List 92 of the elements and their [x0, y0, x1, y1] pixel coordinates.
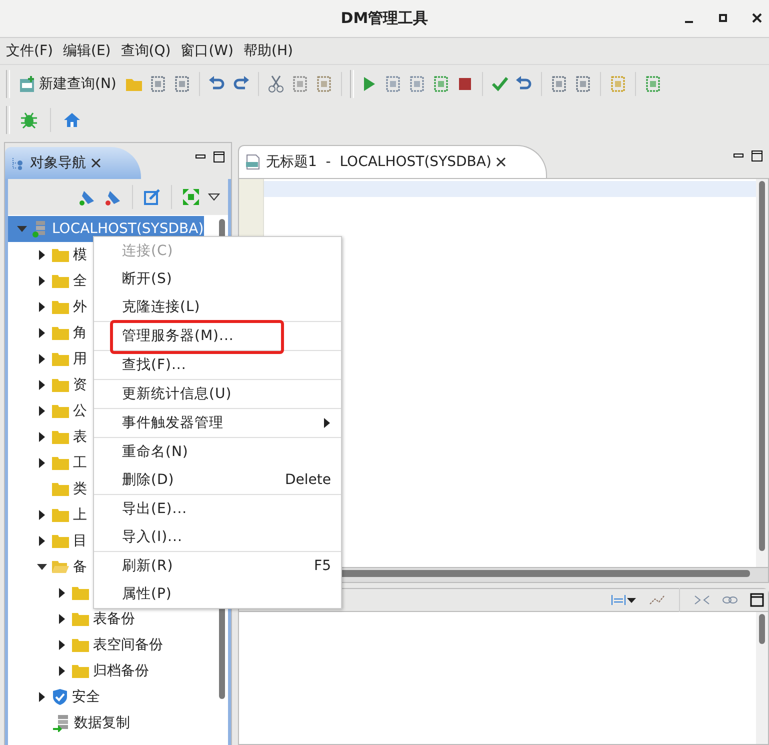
tree-item[interactable]: 公: [73, 402, 87, 420]
menu-item[interactable]: 窗口(W): [180, 42, 234, 60]
tree-item[interactable]: 表空间备份: [93, 636, 163, 654]
menu-item[interactable]: 帮助(H): [244, 42, 293, 60]
tree-item[interactable]: 工: [73, 454, 87, 472]
tree-item[interactable]: 备: [73, 558, 87, 576]
folder-icon: [52, 560, 69, 574]
tree-item[interactable]: 表备份: [93, 610, 135, 628]
close-icon[interactable]: [91, 158, 101, 168]
menu-item[interactable]: 查找(F)...: [94, 351, 341, 379]
tree-item[interactable]: 表: [73, 428, 87, 446]
edit-icon[interactable]: [143, 188, 161, 206]
tree-item[interactable]: 类: [73, 480, 87, 498]
folder-icon: [52, 300, 69, 314]
sql-file-icon: [19, 75, 37, 93]
toolbar-icon[interactable]: [644, 75, 662, 93]
bug-icon[interactable]: [20, 111, 38, 129]
folder-icon: [52, 352, 69, 366]
folder-icon: [72, 586, 89, 600]
tree-item[interactable]: LOCALHOST(SYSDBA): [52, 221, 204, 237]
folder-icon: [52, 274, 69, 288]
toolbar-icon[interactable]: [574, 75, 592, 93]
link-icon[interactable]: [722, 594, 738, 606]
folder-icon: [52, 378, 69, 392]
menu-item[interactable]: 断开(S): [94, 265, 341, 293]
menu-item[interactable]: 编辑(E): [62, 42, 111, 60]
maximize-icon[interactable]: [751, 150, 763, 162]
window-title: DM管理工具: [340, 9, 428, 28]
folder-icon: [52, 248, 69, 262]
toolbar-icon[interactable]: [408, 75, 426, 93]
menu-item[interactable]: 文件(F): [6, 42, 53, 60]
toolbar-icon[interactable]: [384, 75, 402, 93]
toolbar-icon[interactable]: [550, 75, 568, 93]
replication-icon: [52, 714, 70, 732]
checkmark-icon[interactable]: [491, 75, 510, 93]
close-icon[interactable]: [496, 157, 506, 167]
new-query-button[interactable]: 新建查询(N): [16, 73, 120, 95]
close-icon[interactable]: [751, 12, 763, 24]
menu-item[interactable]: 重命名(N): [94, 438, 341, 466]
menu-item[interactable]: 删除(D) Delete: [94, 466, 341, 494]
tree-item[interactable]: 数据复制: [74, 714, 130, 732]
toolbar-icon[interactable]: [291, 75, 310, 93]
tree-icon: [11, 156, 25, 170]
tree-item[interactable]: 目: [73, 532, 87, 550]
folder-icon: [52, 430, 69, 444]
maximize-icon[interactable]: [717, 12, 729, 24]
sql-file-icon: [245, 154, 261, 170]
scissors-icon[interactable]: [267, 75, 286, 93]
chart-line-icon[interactable]: [649, 594, 665, 606]
menu-item[interactable]: 事件触发器管理: [94, 409, 341, 437]
menu-item[interactable]: 导入(I)...: [94, 523, 341, 551]
menu-item[interactable]: 查询(Q): [120, 42, 171, 60]
scrollbar[interactable]: [759, 614, 765, 644]
tree-item[interactable]: 资: [73, 376, 87, 394]
tree-item[interactable]: 上: [73, 506, 87, 524]
folder-icon: [72, 612, 89, 626]
tree-item[interactable]: 全: [73, 272, 87, 290]
navigator-tab[interactable]: 对象导航: [5, 147, 141, 179]
collapse-arrows-icon[interactable]: [694, 594, 710, 606]
folder-icon: [72, 664, 89, 678]
folder-icon: [52, 456, 69, 470]
menu-item[interactable]: 属性(P): [94, 580, 341, 608]
folder-icon: [52, 508, 69, 522]
toolbar-icon[interactable]: [315, 75, 334, 93]
tree-item[interactable]: 用: [73, 350, 87, 368]
tree-item[interactable]: 模: [73, 246, 87, 264]
folder-icon: [52, 534, 69, 548]
expand-icon[interactable]: [182, 188, 200, 206]
shield-icon: [52, 688, 68, 706]
menu-item[interactable]: 更新统计信息(U): [94, 380, 341, 408]
maximize-icon[interactable]: [213, 151, 225, 163]
database-server-icon: [32, 220, 48, 238]
folder-icon: [52, 326, 69, 340]
dropdown-icon[interactable]: [208, 193, 220, 201]
folder-icon: [52, 404, 69, 418]
scrollbar[interactable]: [759, 181, 765, 551]
align-icon[interactable]: [611, 594, 637, 606]
disconnect-icon[interactable]: [104, 188, 122, 206]
tree-item[interactable]: 外: [73, 298, 87, 316]
home-icon[interactable]: [63, 111, 81, 129]
menu-item[interactable]: 导出(E)...: [94, 495, 341, 523]
folder-icon: [72, 638, 89, 652]
connect-icon[interactable]: [78, 188, 96, 206]
tree-item[interactable]: 安全: [72, 688, 100, 706]
menu-item[interactable]: 克隆连接(L): [94, 293, 341, 321]
tree-item[interactable]: 角: [73, 324, 87, 342]
editor-tab[interactable]: 无标题1 - LOCALHOST(SYSDBA): [238, 145, 548, 178]
maximize-icon[interactable]: [750, 593, 764, 607]
tree-item[interactable]: 归档备份: [93, 662, 149, 680]
toolbar-icon[interactable]: [432, 75, 450, 93]
menu-item[interactable]: 刷新(R) F5: [94, 552, 341, 580]
folder-icon: [52, 482, 69, 496]
